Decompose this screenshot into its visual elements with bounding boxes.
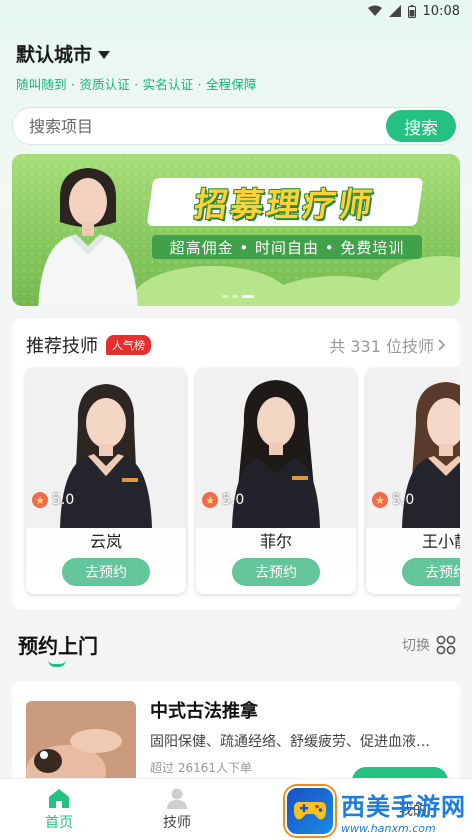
star-icon: ★ xyxy=(202,492,218,508)
star-icon: ★ xyxy=(32,492,48,508)
recommend-panel: 推荐技师 人气榜 共 331 位技师 ★ 5.0 云岚 去预约 ★ 5.0 菲尔… xyxy=(12,318,460,610)
city-selector[interactable]: 默认城市 xyxy=(16,40,111,67)
popularity-badge: 人气榜 xyxy=(106,335,151,355)
banner-pager xyxy=(222,295,254,298)
layout-switch-button[interactable]: 切换 xyxy=(402,635,456,655)
book-button[interactable]: 去预约 xyxy=(62,558,150,586)
promo-banner[interactable]: 招募理疗师 超高佣金 • 时间自由 • 免费培训 xyxy=(12,154,460,306)
technician-rating: ★ 5.0 xyxy=(32,492,74,508)
technician-name: 菲尔 xyxy=(259,532,292,551)
technician-name: 云岚 xyxy=(89,532,122,551)
technician-card[interactable]: ★ 5.0 云岚 去预约 xyxy=(26,368,186,594)
technician-name: 王小静 xyxy=(421,532,460,551)
book-button[interactable]: 去预约 xyxy=(232,558,320,586)
star-icon: ★ xyxy=(372,492,388,508)
technician-rating: ★ 5.0 xyxy=(372,492,414,508)
chevron-right-icon xyxy=(438,339,446,351)
search-bar: 搜索 xyxy=(12,107,460,145)
site-watermark: 西美手游网 www.hanxm.com xyxy=(285,786,466,836)
battery-icon xyxy=(407,4,416,18)
book-button[interactable]: 去预约 xyxy=(402,558,460,586)
pager-dot-active xyxy=(242,295,254,298)
signal-icon xyxy=(388,5,401,17)
status-time: 10:08 xyxy=(422,3,460,19)
gamepad-logo-icon xyxy=(285,786,335,836)
tab-home[interactable]: 首页 xyxy=(0,779,118,840)
technician-rating: ★ 5.0 xyxy=(202,492,244,508)
banner-subtitle: 超高佣金 • 时间自由 • 免费培训 xyxy=(152,235,422,259)
booking-title: 预约上门 xyxy=(18,630,98,667)
grid-icon xyxy=(436,635,456,654)
technician-card[interactable]: ★ 5.0 王小静 去预约 xyxy=(366,368,460,594)
technician-card[interactable]: ★ 5.0 菲尔 去预约 xyxy=(196,368,356,594)
banner-title: 招募理疗师 xyxy=(146,178,424,226)
recommend-title: 推荐技师 xyxy=(26,336,98,357)
booking-section-header: 预约上门 切换 xyxy=(18,630,456,667)
rating-value: 5.0 xyxy=(52,492,75,508)
city-name: 默认城市 xyxy=(16,44,93,66)
person-icon xyxy=(167,788,187,809)
search-button[interactable]: 搜索 xyxy=(386,110,456,142)
service-name: 中式古法推拿 xyxy=(150,701,258,722)
rating-value: 5.0 xyxy=(392,492,415,508)
status-bar: 10:08 xyxy=(0,0,472,22)
view-all-technicians-link[interactable]: 共 331 位技师 xyxy=(329,333,446,357)
pager-dot xyxy=(232,295,238,298)
recommend-header: 推荐技师 人气榜 共 331 位技师 xyxy=(26,332,446,358)
watermark-url: www.hanxm.com xyxy=(341,822,436,835)
tab-technicians[interactable]: 技师 xyxy=(118,779,236,840)
booking-title-text: 预约上门 xyxy=(18,634,98,658)
title-underline xyxy=(48,660,66,667)
technician-list: ★ 5.0 云岚 去预约 ★ 5.0 菲尔 去预约 ★ 5.0 王小 去预 xyxy=(26,368,460,594)
tab-label: 首页 xyxy=(45,815,73,831)
service-description: 固阳保健、疏通经络、舒缓疲劳、促进血液… xyxy=(150,734,430,750)
search-input[interactable] xyxy=(29,116,329,136)
tab-label: 技师 xyxy=(163,815,191,831)
pager-dot xyxy=(222,295,228,298)
service-tagline: 随叫随到 · 资质认证 · 实名认证 · 全程保障 xyxy=(16,77,257,92)
switch-label: 切换 xyxy=(402,637,430,654)
caret-down-icon xyxy=(98,50,111,59)
watermark-text: 西美手游网 www.hanxm.com xyxy=(341,787,466,835)
watermark-name: 西美手游网 xyxy=(341,793,466,821)
technician-count: 共 331 位技师 xyxy=(329,337,434,356)
service-order-count: 超过 26161人下单 xyxy=(150,761,252,775)
rating-value: 5.0 xyxy=(222,492,245,508)
home-icon xyxy=(49,789,69,808)
wifi-icon xyxy=(367,5,382,16)
banner-therapist-image xyxy=(38,168,138,306)
